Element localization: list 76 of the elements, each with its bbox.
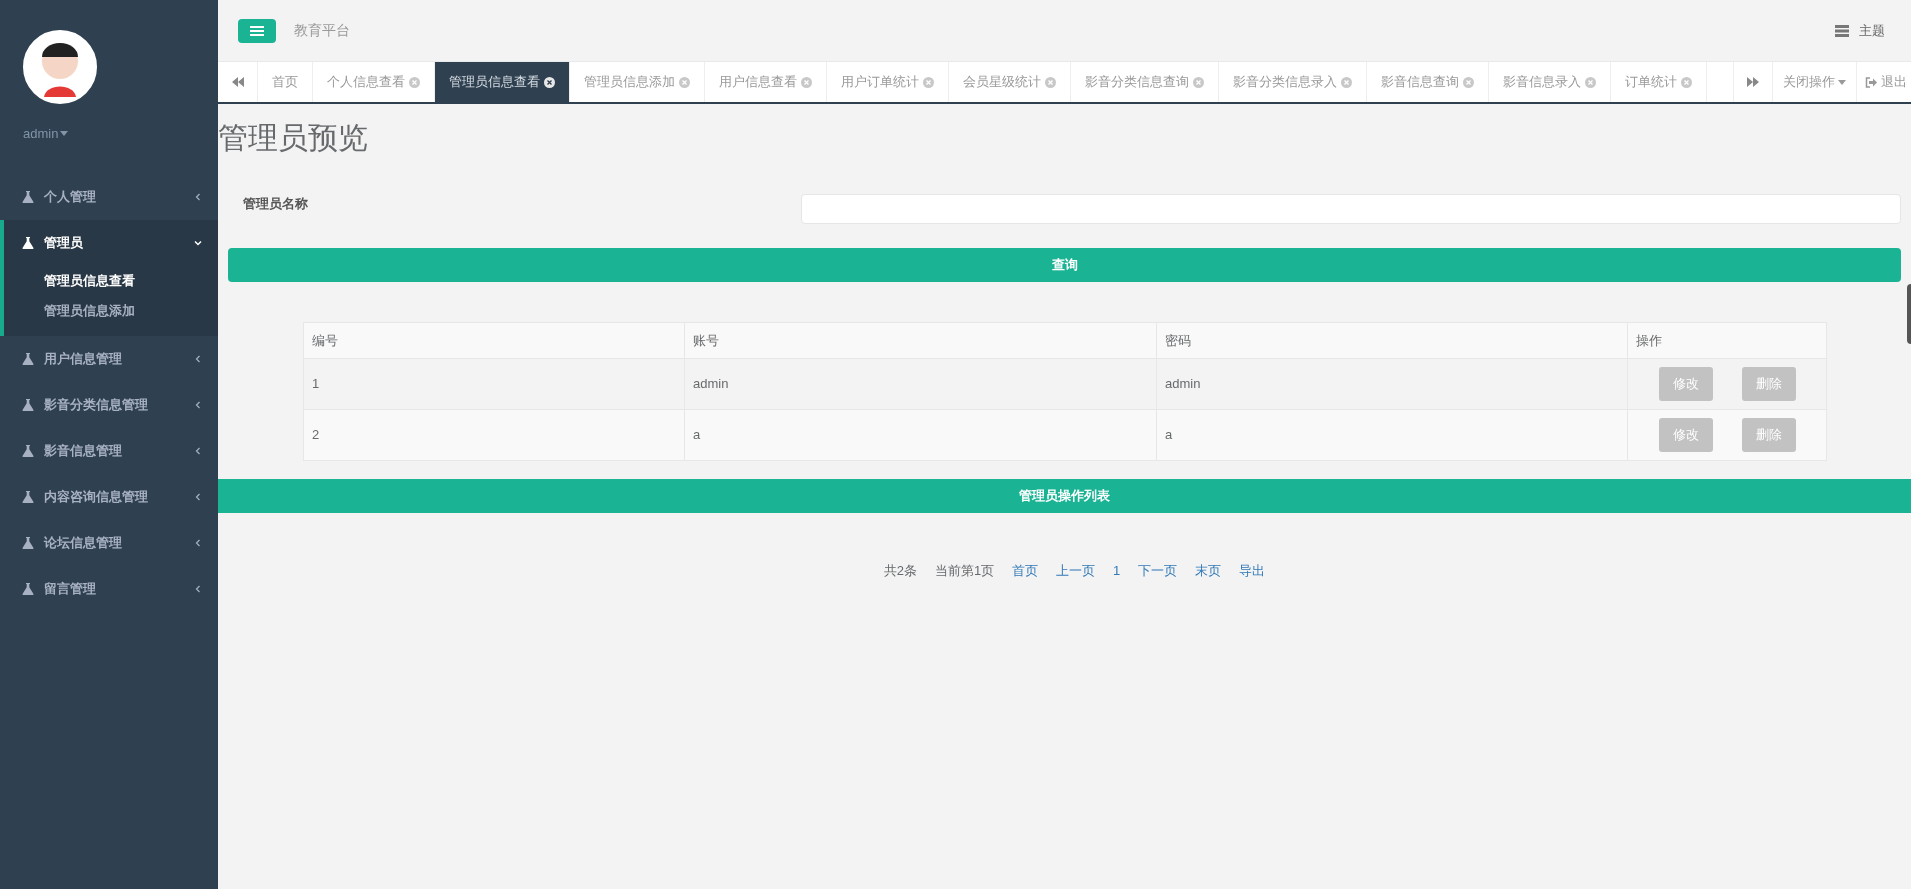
caret-icon	[1838, 79, 1846, 85]
submenu-item[interactable]: 管理员信息添加	[4, 295, 218, 326]
menu-item[interactable]: 管理员	[4, 219, 218, 266]
tab[interactable]: 订单统计	[1611, 62, 1707, 102]
tab[interactable]: 管理员信息查看	[435, 62, 570, 102]
logout-button[interactable]: 退出	[1857, 62, 1911, 102]
admin-name-input[interactable]	[801, 194, 1901, 224]
current-page: 当前第1页	[934, 562, 995, 580]
tab[interactable]: 影音信息录入	[1489, 62, 1611, 102]
theme-link[interactable]: 主题	[1859, 20, 1885, 41]
tab[interactable]: 用户订单统计	[827, 62, 949, 102]
table-cell: a	[1156, 409, 1628, 461]
pagination-link[interactable]: 上一页	[1056, 561, 1096, 581]
chevron-left-icon	[194, 538, 202, 547]
tab[interactable]: 影音信息查询	[1367, 62, 1489, 102]
submenu-item[interactable]: 管理员信息查看	[4, 265, 218, 296]
pagination-link[interactable]: 末页	[1195, 561, 1222, 581]
total-count: 共2条	[883, 562, 917, 580]
pagination-link[interactable]: 导出	[1239, 561, 1266, 581]
chevron-left-icon	[194, 400, 202, 409]
theme-icon[interactable]	[1835, 24, 1849, 37]
caret-icon	[60, 131, 69, 137]
user-dropdown[interactable]: admin	[23, 124, 218, 144]
table-cell: admin	[684, 358, 1157, 410]
menu-button[interactable]	[238, 18, 276, 43]
chevron-left-icon	[194, 584, 202, 593]
table-cell: 2	[303, 409, 685, 461]
menu-item[interactable]: 内容咨询信息管理	[0, 473, 218, 520]
menu-item[interactable]: 影音分类信息管理	[0, 381, 218, 428]
filter-label: 管理员名称	[243, 195, 309, 213]
column-header: 账号	[684, 322, 1157, 359]
column-header: 编号	[303, 322, 685, 359]
tab[interactable]: 用户信息查看	[705, 62, 827, 102]
scrollbar-handle[interactable]	[1907, 284, 1911, 344]
flask-icon	[22, 490, 34, 503]
pagination-link[interactable]: 1	[1113, 561, 1121, 581]
table-cell: a	[684, 409, 1157, 461]
menu-item[interactable]: 用户信息管理	[0, 335, 218, 382]
menu-icon	[250, 24, 264, 37]
chevron-left-icon	[194, 492, 202, 501]
flask-icon	[22, 352, 34, 365]
flask-icon	[22, 398, 34, 411]
table-cell: admin	[1156, 358, 1628, 410]
flask-icon	[22, 444, 34, 457]
chevron-down-icon	[194, 238, 202, 247]
close-icon[interactable]	[544, 76, 555, 88]
close-operations-dropdown[interactable]: 关闭操作	[1773, 62, 1857, 102]
flask-icon	[22, 236, 34, 249]
menu-item[interactable]: 论坛信息管理	[0, 519, 218, 566]
tab[interactable]: 影音分类信息录入	[1219, 62, 1367, 102]
chevron-left-icon	[194, 446, 202, 455]
flask-icon	[22, 190, 34, 203]
chevron-left-icon	[194, 354, 202, 363]
scroll-right-button[interactable]	[1733, 62, 1773, 102]
tab[interactable]: 会员星级统计	[949, 62, 1071, 102]
table-cell: 1	[303, 358, 685, 410]
page-title: 管理员预览	[218, 120, 369, 156]
column-header: 操作	[1627, 322, 1827, 359]
menu-item[interactable]: 影音信息管理	[0, 427, 218, 474]
platform-title: 教育平台	[294, 21, 350, 40]
pagination-link[interactable]: 首页	[1012, 561, 1039, 581]
pagination-link[interactable]: 下一页	[1138, 561, 1178, 581]
sign-out-icon	[1865, 76, 1877, 88]
double-right-arrow-icon	[1747, 77, 1759, 87]
menu-item[interactable]: 留言管理	[0, 565, 218, 612]
double-left-arrow-icon	[231, 77, 244, 87]
list-title-bar: 管理员操作列表	[218, 479, 1911, 513]
flask-icon	[22, 536, 34, 549]
menu-item[interactable]: 个人管理	[0, 173, 218, 220]
chevron-left-icon	[194, 192, 202, 201]
query-button[interactable]: 查询	[228, 248, 1901, 282]
tab[interactable]: 影音分类信息查询	[1071, 62, 1219, 102]
tab[interactable]: 首页	[258, 62, 313, 102]
tab[interactable]: 管理员信息添加	[570, 62, 705, 102]
flask-icon	[22, 582, 34, 595]
column-header: 密码	[1156, 322, 1628, 359]
